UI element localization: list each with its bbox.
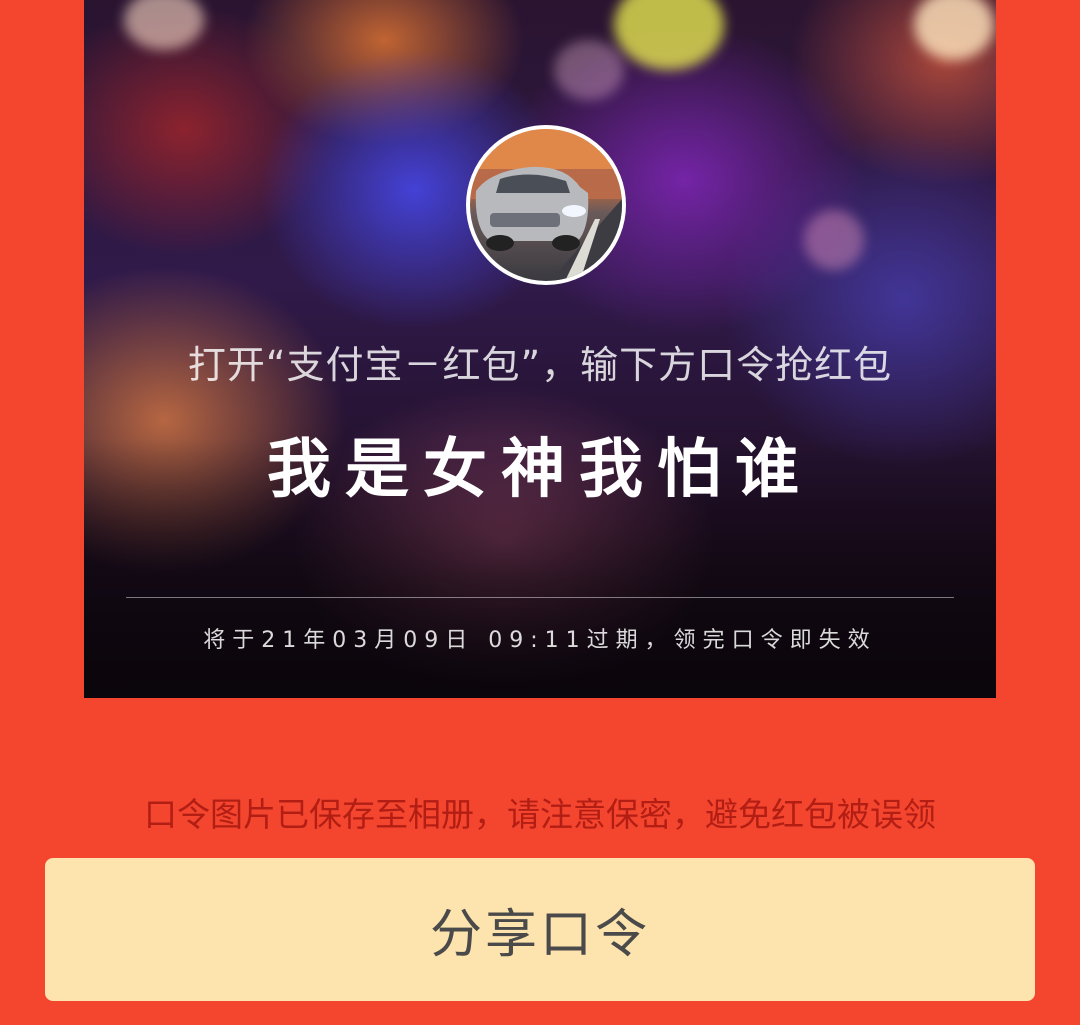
bokeh-light [554,40,624,100]
red-packet-password: 我是女神我怕谁 [267,433,813,507]
bokeh-light [804,210,864,270]
saved-notice: 口令图片已保存至相册，请注意保密，避免红包被误领 [144,795,936,834]
share-password-button[interactable]: 分享口令 [45,858,1035,1001]
red-packet-page: 打开“支付宝－红包”，输下方口令抢红包 我是女神我怕谁 将于21年03月09日 … [0,0,1080,1025]
bokeh-light [124,0,204,50]
password-card: 打开“支付宝－红包”，输下方口令抢红包 我是女神我怕谁 将于21年03月09日 … [84,0,996,698]
instruction-text: 打开“支付宝－红包”，输下方口令抢红包 [187,343,893,387]
bokeh-light [914,0,994,60]
divider [126,597,954,598]
bokeh-light [614,0,724,70]
avatar [466,125,626,285]
car-avatar-icon [470,129,622,281]
expiry-text: 将于21年03月09日 09:11过期，领完口令即失效 [203,628,877,653]
